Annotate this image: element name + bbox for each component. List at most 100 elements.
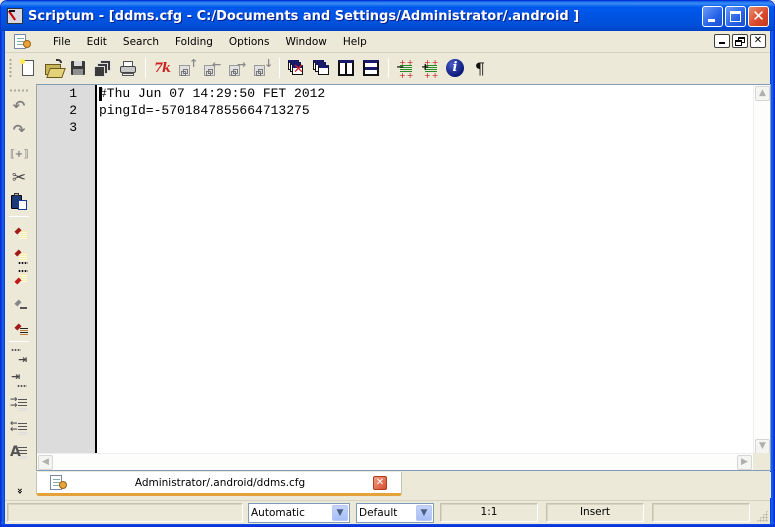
side-toolbar-grip[interactable] (9, 89, 29, 92)
line-number: 2 (69, 103, 77, 118)
document-tab[interactable]: Administrator/.android/ddms.cfg ✕ (36, 472, 402, 496)
block-up-button[interactable]: ↑ (175, 56, 199, 80)
split-horizontal-button[interactable] (359, 56, 383, 80)
encoding-select[interactable]: Automatic ▼ (248, 503, 350, 523)
highlighting-select[interactable]: Default ▼ (356, 503, 434, 523)
cascade-windows-icon (312, 59, 330, 77)
fold-collapse-icon: ++ − ++ (396, 58, 415, 80)
window-title: Scriptum - [ddms.cfg - C:/Documents and … (28, 8, 580, 24)
toolbar-grip[interactable] (9, 58, 12, 78)
goto-matching-button[interactable]: ⟦+⟧ (7, 142, 31, 166)
menu-window[interactable]: Window (277, 32, 334, 52)
scissors-icon: ✂ (11, 168, 27, 188)
side-toolbar-separator (9, 341, 29, 342)
indent-icon: ⇥ (10, 347, 28, 365)
mdi-minimize-button[interactable] (714, 34, 730, 48)
scroll-left-button[interactable]: ◀ (38, 455, 53, 470)
document-icon[interactable] (13, 33, 31, 50)
encoding-value: Automatic (251, 507, 305, 519)
line-number-gutter[interactable]: 1 2 3 (37, 85, 97, 455)
print-button[interactable] (116, 56, 140, 80)
status-extra (652, 503, 750, 522)
status-message (7, 503, 243, 522)
chevron-down-icon[interactable]: ▼ (416, 505, 432, 521)
minimize-icon (708, 19, 715, 22)
block-down-button[interactable]: ↓ (250, 56, 274, 80)
block-down-icon: ↓ (253, 58, 273, 77)
chevron-down-icon[interactable]: ▼ (332, 505, 348, 521)
code-line[interactable]: #Thu Jun 07 14:29:50 FET 2012 (99, 85, 325, 102)
menu-folding[interactable]: Folding (167, 32, 221, 52)
cursor-position: 1:1 (440, 503, 538, 522)
title-bar[interactable]: Scriptum - [ddms.cfg - C:/Documents and … (1, 1, 774, 31)
minimize-button[interactable] (702, 6, 723, 27)
mdi-restore-button[interactable] (732, 34, 748, 48)
toolbar-separator (388, 58, 389, 78)
close-all-windows-button[interactable]: ✕ (284, 56, 308, 80)
open-file-button[interactable] (41, 56, 65, 80)
mark-to-end-button[interactable] (7, 243, 31, 267)
cascade-windows-button[interactable] (309, 56, 333, 80)
close-tab-icon[interactable]: ✕ (373, 475, 387, 490)
code-text-area[interactable]: #Thu Jun 07 14:29:50 FET 2012 pingId=-57… (99, 85, 753, 455)
block-right-button[interactable]: → (225, 56, 249, 80)
cut-button[interactable]: ✂ (7, 166, 31, 190)
fold-collapse-button[interactable]: ++ − ++ (393, 56, 417, 80)
tcl-tk-button[interactable]: 7k (150, 56, 174, 80)
mdi-close-button[interactable]: ✕ (750, 34, 766, 48)
fold-expand-button[interactable]: ++ + ++ (418, 56, 442, 80)
maximize-icon (730, 11, 741, 22)
show-whitespace-button[interactable]: ¶ (468, 56, 492, 80)
undo-button[interactable]: ↶ (7, 94, 31, 118)
format-paragraph-button[interactable]: A (7, 440, 31, 464)
mark-from-start-button[interactable] (7, 267, 31, 291)
highlighter-from-start-icon (10, 270, 28, 288)
paste-button[interactable] (7, 190, 31, 214)
unindent-button[interactable]: ⇥ (7, 368, 31, 392)
menu-options[interactable]: Options (221, 32, 278, 52)
menu-edit[interactable]: Edit (79, 32, 115, 52)
mark-selection-button[interactable] (7, 219, 31, 243)
pilcrow-icon: ¶ (474, 58, 486, 78)
block-left-icon: ← (203, 59, 221, 77)
block-left-button[interactable]: ← (200, 56, 224, 80)
menu-help[interactable]: Help (335, 32, 375, 52)
horizontal-scrollbar[interactable]: ◀ ▶ (37, 453, 753, 470)
line-number: 3 (69, 120, 77, 135)
scroll-down-button[interactable]: ▼ (755, 439, 770, 454)
menu-file[interactable]: File (45, 32, 79, 52)
save-all-button[interactable] (91, 56, 115, 80)
unindent-icon: ⇥ (10, 371, 28, 389)
menu-bar: File Edit Search Folding Options Window … (5, 31, 770, 53)
scriptum-app-icon[interactable] (7, 8, 23, 24)
maximize-button[interactable] (725, 6, 746, 27)
goto-matching-icon: ⟦+⟧ (9, 148, 29, 160)
indent-button[interactable]: ⇥ (7, 344, 31, 368)
menu-search[interactable]: Search (115, 32, 167, 52)
vertical-scrollbar[interactable]: ▲ ▼ (753, 85, 770, 455)
mark-lines-button[interactable] (7, 315, 31, 339)
close-button[interactable]: ✕ (748, 6, 769, 27)
highlighting-value: Default (359, 507, 398, 519)
scroll-right-button[interactable]: ▶ (737, 455, 752, 470)
split-vertical-button[interactable] (334, 56, 358, 80)
fold-expand-icon: ++ + ++ (421, 58, 440, 80)
info-icon: i (446, 59, 464, 77)
add-paragraph-button[interactable]: → → (7, 392, 31, 416)
redo-button[interactable]: ↷ (7, 118, 31, 142)
minimize-icon (719, 42, 725, 44)
info-button[interactable]: i (443, 56, 467, 80)
highlighter-to-end-icon (10, 246, 28, 264)
mark-lines-icon (10, 318, 28, 336)
scroll-up-button[interactable]: ▲ (755, 86, 770, 101)
resize-grip[interactable] (756, 510, 768, 522)
code-line[interactable]: pingId=-5701847855664713275 (99, 102, 310, 119)
save-disk-icon (69, 59, 87, 77)
remove-paragraph-button[interactable]: ← ← (7, 416, 31, 440)
new-file-button[interactable] (16, 56, 40, 80)
unmark-button[interactable] (7, 291, 31, 315)
insert-mode[interactable]: Insert (546, 503, 644, 522)
unmark-icon (10, 294, 28, 312)
toolbar-separator (279, 58, 280, 78)
save-file-button[interactable] (66, 56, 90, 80)
